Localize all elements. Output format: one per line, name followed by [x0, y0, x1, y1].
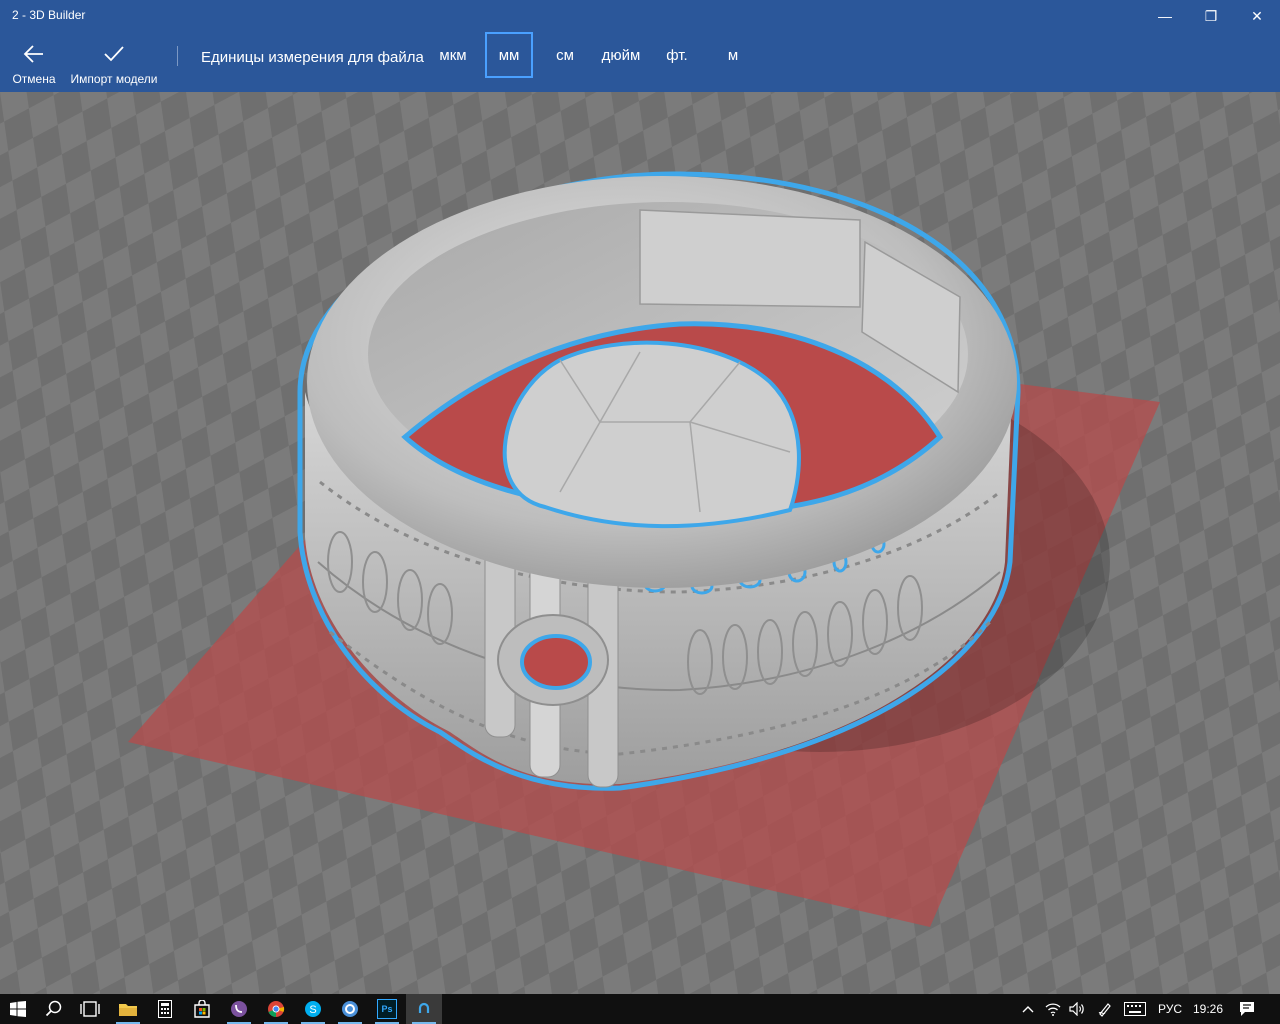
- scene-canvas[interactable]: [0, 92, 1280, 994]
- folder-icon: [119, 1004, 137, 1016]
- pen-icon: [1098, 1003, 1111, 1017]
- close-icon: ✕: [1251, 7, 1263, 24]
- taskbar: S Ps РУС 19:26: [0, 994, 1280, 1024]
- windows-logo-icon: [10, 1001, 26, 1017]
- taskbar-store[interactable]: [184, 994, 220, 1024]
- unit-ft-label: фт.: [666, 46, 688, 64]
- clock-time: 19:26: [1192, 1002, 1224, 1016]
- unit-cm-label: см: [556, 46, 574, 64]
- language-indicator: РУС: [1157, 1002, 1183, 1016]
- network-button[interactable]: [1042, 994, 1064, 1024]
- skype-icon: S: [305, 1001, 321, 1017]
- taskbar-3d-builder[interactable]: [406, 994, 442, 1024]
- unit-m[interactable]: м: [712, 32, 754, 78]
- unit-um[interactable]: мкм: [430, 32, 476, 78]
- taskbar-skype[interactable]: S: [295, 994, 331, 1024]
- taskbar-chrome[interactable]: [258, 994, 294, 1024]
- taskbar-photoshop[interactable]: Ps: [369, 994, 405, 1024]
- unit-m-label: м: [727, 46, 739, 64]
- unit-inch[interactable]: дюйм: [596, 32, 646, 78]
- viber-icon: [231, 1001, 247, 1017]
- photoshop-icon: Ps: [377, 999, 397, 1019]
- restore-button[interactable]: ❐: [1188, 0, 1234, 32]
- minimize-button[interactable]: —: [1142, 0, 1188, 32]
- wifi-icon: [1045, 1003, 1061, 1016]
- unit-um-label: мкм: [439, 46, 467, 64]
- start-button[interactable]: [0, 994, 36, 1024]
- clock-button[interactable]: 19:26: [1190, 994, 1226, 1024]
- task-view-button[interactable]: [72, 994, 108, 1024]
- keyboard-icon: [1124, 1002, 1146, 1016]
- close-button[interactable]: ✕: [1234, 0, 1280, 32]
- import-model-label: Импорт модели: [70, 72, 158, 86]
- unit-mm-label: мм: [498, 46, 520, 64]
- cancel-label: Отмена: [12, 72, 56, 86]
- notification-icon: [1240, 1002, 1254, 1016]
- command-bar: Отмена Импорт модели Единицы измерения д…: [0, 32, 1280, 92]
- search-icon: [45, 1000, 62, 1017]
- minimize-icon: —: [1158, 8, 1172, 24]
- unit-mm[interactable]: мм: [485, 32, 533, 78]
- touch-keyboard-button[interactable]: [1122, 994, 1148, 1024]
- title-bar: 2 - 3D Builder — ❐ ✕: [0, 0, 1280, 32]
- circle-app-icon: [342, 1001, 358, 1017]
- taskbar-viber[interactable]: [221, 994, 257, 1024]
- speaker-icon: [1069, 1002, 1084, 1016]
- checkmark-icon: [103, 40, 125, 68]
- unit-cm[interactable]: см: [544, 32, 586, 78]
- photoshop-icon-label: Ps: [381, 1004, 393, 1014]
- volume-button[interactable]: [1066, 994, 1088, 1024]
- taskbar-file-explorer[interactable]: [110, 994, 146, 1024]
- tray-overflow-button[interactable]: [1018, 994, 1038, 1024]
- chrome-icon: [268, 1001, 285, 1018]
- svg-text:S: S: [309, 1004, 316, 1016]
- back-arrow-icon: [23, 40, 45, 68]
- taskbar-calculator[interactable]: [147, 994, 183, 1024]
- 3d-builder-icon: [418, 1002, 430, 1013]
- input-language-button[interactable]: РУС: [1152, 994, 1188, 1024]
- unit-ft[interactable]: фт.: [656, 32, 698, 78]
- unit-inch-label: дюйм: [601, 46, 641, 64]
- task-view-icon: [80, 1001, 100, 1017]
- gemstone: [502, 340, 801, 529]
- units-label: Единицы измерения для файла: [201, 49, 424, 66]
- toolbar-divider: [177, 46, 178, 66]
- action-center-button[interactable]: [1232, 994, 1262, 1024]
- chevron-up-icon: [1022, 1006, 1034, 1013]
- calculator-icon: [158, 1000, 172, 1018]
- restore-icon: ❐: [1204, 7, 1218, 24]
- taskbar-app-circle[interactable]: [332, 994, 368, 1024]
- window-title: 2 - 3D Builder: [12, 8, 86, 22]
- 3d-viewport[interactable]: [0, 92, 1280, 994]
- cancel-button[interactable]: Отмена: [8, 32, 60, 92]
- pen-workspace-button[interactable]: [1094, 994, 1116, 1024]
- store-bag-icon: [194, 1000, 210, 1018]
- search-button[interactable]: [36, 994, 72, 1024]
- import-model-button[interactable]: Импорт модели: [66, 32, 162, 92]
